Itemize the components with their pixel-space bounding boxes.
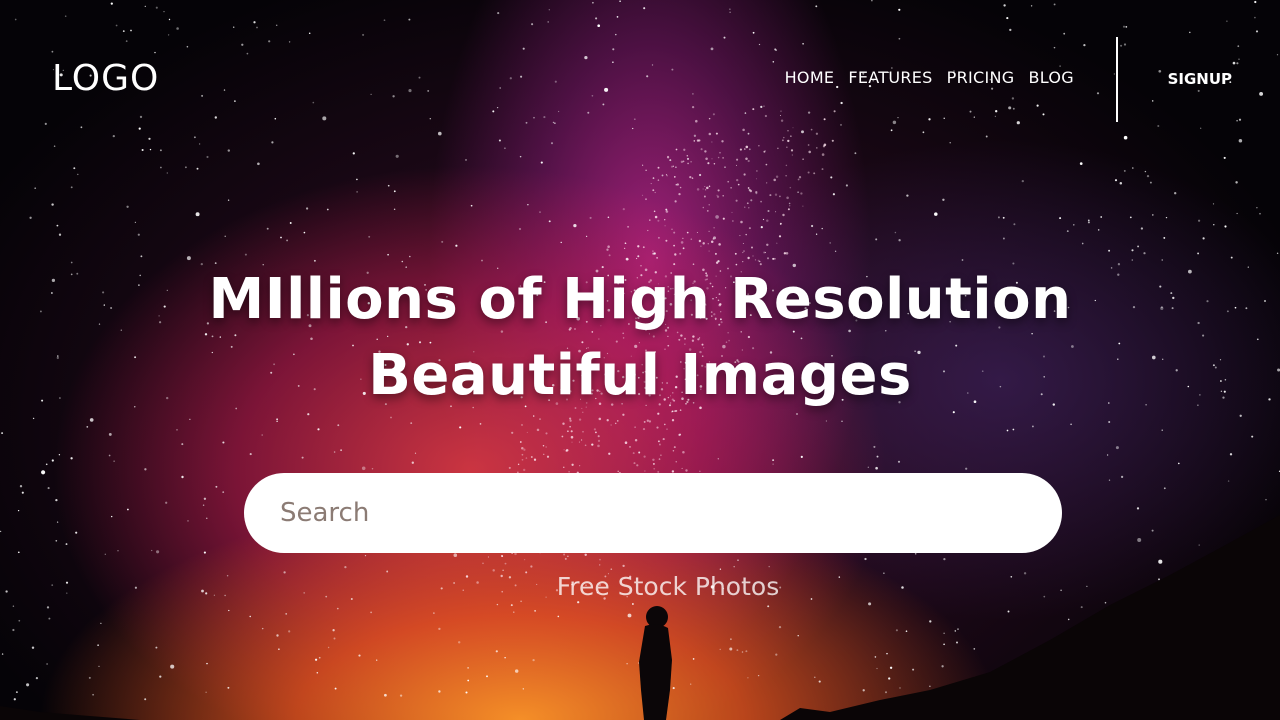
nav-pricing-link[interactable]: PRICING [947, 68, 1015, 87]
hero-headline: MIllions of High Resolution Beautiful Im… [0, 262, 1280, 414]
nav-features-link[interactable]: FEATURES [848, 68, 932, 87]
main-nav: HOME FEATURES PRICING BLOG [785, 68, 1074, 87]
logo[interactable]: LOGO [52, 58, 159, 99]
signup-link[interactable]: SIGNUP [1168, 70, 1232, 88]
search-input[interactable] [244, 473, 1062, 553]
nav-blog-link[interactable]: BLOG [1028, 68, 1074, 87]
tagline: Free Stock Photos [556, 572, 780, 601]
headline-line-2: Beautiful Images [368, 343, 912, 408]
nav-divider [1116, 37, 1118, 122]
headline-line-1: MIllions of High Resolution [208, 267, 1072, 332]
nav-home-link[interactable]: HOME [785, 68, 835, 87]
hero-section: LOGO HOME FEATURES PRICING BLOG SIGNUP M… [0, 0, 1280, 720]
